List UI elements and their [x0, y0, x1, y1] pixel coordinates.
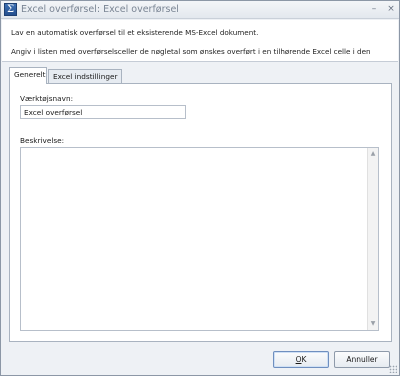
description-label: Beskrivelse:: [20, 136, 65, 145]
resize-grip-icon[interactable]: [389, 365, 397, 373]
info-panel: Lav en automatisk overførsel til et eksi…: [2, 20, 398, 62]
tab-generelt[interactable]: Generelt: [9, 67, 47, 84]
title-bar[interactable]: Σ Excel overførsel: Excel overførsel – ×: [1, 1, 399, 19]
tab-excel-indstillinger[interactable]: Excel indstillinger: [48, 69, 122, 84]
general-tab-panel: Værktøjsnavn: Beskrivelse: ▲ ▼: [9, 83, 392, 342]
close-icon[interactable]: ×: [384, 3, 398, 16]
scroll-up-icon[interactable]: ▲: [368, 149, 378, 159]
ok-button[interactable]: OK: [273, 351, 329, 368]
description-scrollbar[interactable]: ▲ ▼: [367, 148, 378, 330]
dialog-window: Σ Excel overførsel: Excel overførsel – ×…: [0, 0, 400, 376]
scroll-down-icon[interactable]: ▼: [368, 319, 378, 329]
cancel-button[interactable]: Annuller: [334, 351, 390, 368]
info-text-line-2: Angiv i listen med overførselsceller de …: [11, 47, 371, 56]
sigma-app-icon: Σ: [4, 3, 17, 16]
tool-name-input[interactable]: [20, 105, 186, 119]
ok-button-label-rest: K: [301, 355, 307, 364]
tool-name-label: Værktøjsnavn:: [20, 94, 74, 103]
description-textarea[interactable]: ▲ ▼: [20, 147, 379, 331]
minimize-icon[interactable]: –: [367, 3, 381, 16]
window-title: Excel overførsel: Excel overførsel: [21, 4, 179, 15]
info-text-line-1: Lav en automatisk overførsel til et eksi…: [11, 28, 259, 37]
